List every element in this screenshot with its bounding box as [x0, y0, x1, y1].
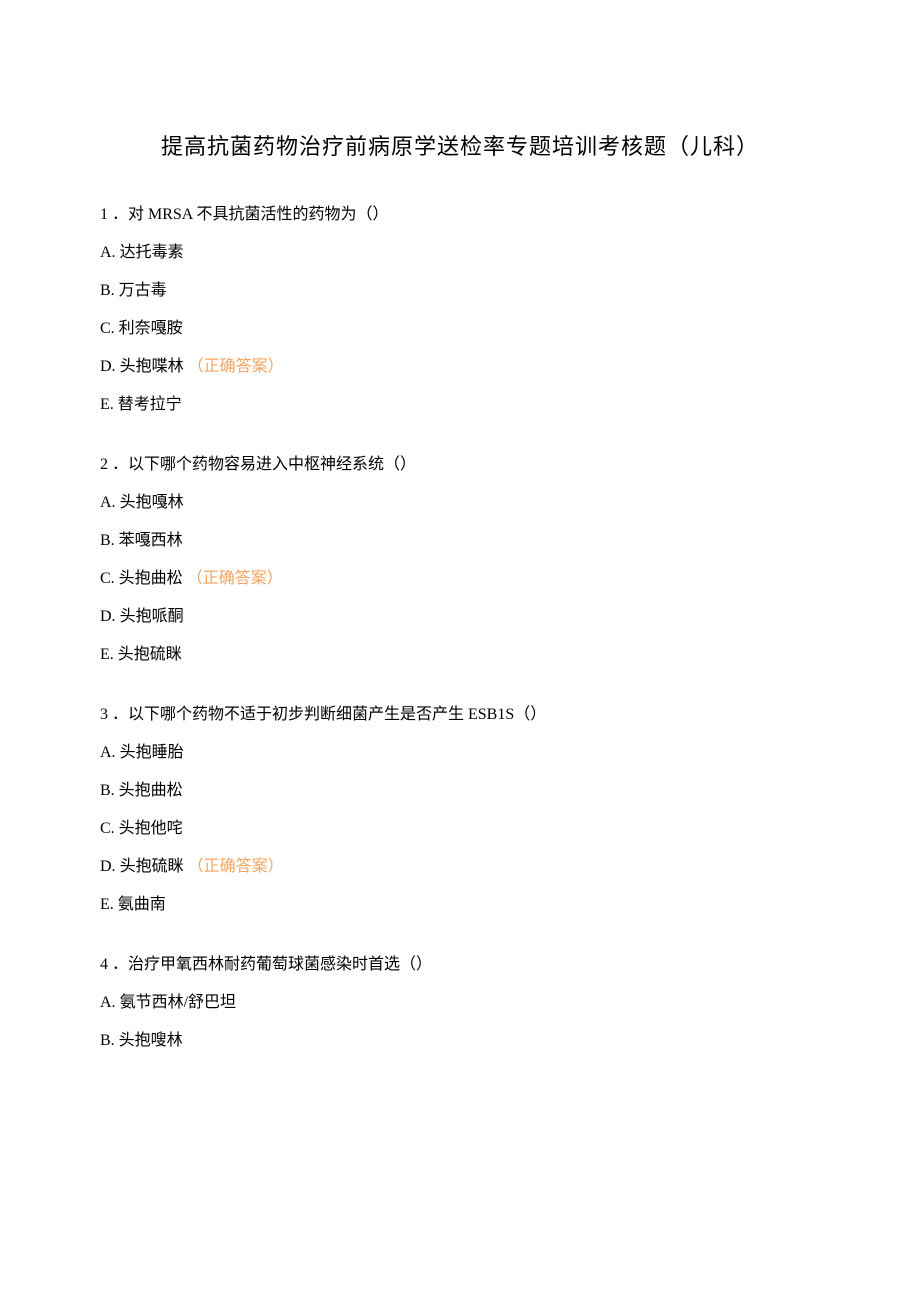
- option-text: 头抱嗖林: [119, 1032, 183, 1049]
- option: E. 氨曲南: [100, 893, 820, 917]
- option-label: D.: [100, 608, 116, 625]
- option-text: 氨曲南: [118, 896, 166, 913]
- question-number: 1: [100, 206, 108, 223]
- question-block: 4 ．治疗甲氧西林耐药葡萄球菌感染时首选（） A. 氨节西林/舒巴坦 B. 头抱…: [100, 953, 820, 1053]
- option: C. 利奈嘎胺: [100, 317, 820, 341]
- option: D. 头抱硫眯 （正确答案）: [100, 855, 820, 879]
- option: B. 万古毒: [100, 279, 820, 303]
- option-label: C.: [100, 570, 115, 587]
- option: B. 头抱曲松: [100, 779, 820, 803]
- question-stem: ．以下哪个药物容易进入中枢神经系统（）: [112, 456, 416, 473]
- option-text: 头抱喋林: [120, 358, 184, 375]
- option-text: 头抱嘎林: [120, 494, 184, 511]
- option-label: B.: [100, 1032, 115, 1049]
- option: E. 替考拉宁: [100, 393, 820, 417]
- question-number: 3: [100, 706, 108, 723]
- question-text: 4 ．治疗甲氧西林耐药葡萄球菌感染时首选（）: [100, 953, 820, 977]
- question-block: 1 ．对 MRSA 不具抗菌活性的药物为（） A. 达托毒素 B. 万古毒 C.…: [100, 203, 820, 417]
- option-text: 头抱睡胎: [120, 744, 184, 761]
- question-stem: ．治疗甲氧西林耐药葡萄球菌感染时首选（）: [112, 956, 432, 973]
- option-label: C.: [100, 320, 115, 337]
- questions-container: 1 ．对 MRSA 不具抗菌活性的药物为（） A. 达托毒素 B. 万古毒 C.…: [100, 203, 820, 1053]
- question-block: 3 ．以下哪个药物不适于初步判断细菌产生是否产生 ESB1S（） A. 头抱睡胎…: [100, 703, 820, 917]
- option: A. 头抱嘎林: [100, 491, 820, 515]
- option: A. 达托毒素: [100, 241, 820, 265]
- question-text: 3 ．以下哪个药物不适于初步判断细菌产生是否产生 ESB1S（）: [100, 703, 820, 727]
- option: C. 头抱曲松 （正确答案）: [100, 567, 820, 591]
- option-text: 替考拉宁: [118, 396, 182, 413]
- option: B. 苯嘎西林: [100, 529, 820, 553]
- option-label: A.: [100, 244, 116, 261]
- option-text: 头抱曲松: [119, 782, 183, 799]
- option-text: 头抱哌酮: [120, 608, 184, 625]
- option-label: B.: [100, 782, 115, 799]
- option-text: 氨节西林/舒巴坦: [120, 994, 236, 1011]
- option-text: 万古毒: [119, 282, 167, 299]
- option-label: E.: [100, 646, 114, 663]
- option-label: A.: [100, 494, 116, 511]
- question-block: 2 ．以下哪个药物容易进入中枢神经系统（） A. 头抱嘎林 B. 苯嘎西林 C.…: [100, 453, 820, 667]
- option: E. 头抱硫眯: [100, 643, 820, 667]
- correct-answer-mark: （正确答案）: [188, 358, 284, 375]
- question-number: 2: [100, 456, 108, 473]
- page-title: 提高抗菌药物治疗前病原学送检率专题培训考核题（儿科）: [100, 130, 820, 163]
- option: B. 头抱嗖林: [100, 1029, 820, 1053]
- option-text: 利奈嘎胺: [119, 320, 183, 337]
- question-stem: ．对 MRSA 不具抗菌活性的药物为（）: [112, 206, 388, 223]
- option-text: 头抱硫眯: [118, 646, 182, 663]
- question-number: 4: [100, 956, 108, 973]
- option-text: 达托毒素: [120, 244, 184, 261]
- option: A. 头抱睡胎: [100, 741, 820, 765]
- option-label: A.: [100, 744, 116, 761]
- option-label: E.: [100, 896, 114, 913]
- option-label: B.: [100, 282, 115, 299]
- option-text: 头抱他咤: [119, 820, 183, 837]
- option-label: B.: [100, 532, 115, 549]
- question-stem: ．以下哪个药物不适于初步判断细菌产生是否产生 ESB1S（）: [112, 706, 546, 723]
- option-label: A.: [100, 994, 116, 1011]
- option-text: 头抱曲松: [119, 570, 183, 587]
- option: C. 头抱他咤: [100, 817, 820, 841]
- option-text: 苯嘎西林: [119, 532, 183, 549]
- option-text: 头抱硫眯: [120, 858, 184, 875]
- correct-answer-mark: （正确答案）: [187, 570, 283, 587]
- option-label: D.: [100, 858, 116, 875]
- option-label: C.: [100, 820, 115, 837]
- option: D. 头抱喋林 （正确答案）: [100, 355, 820, 379]
- option-label: E.: [100, 396, 114, 413]
- correct-answer-mark: （正确答案）: [188, 858, 284, 875]
- option: A. 氨节西林/舒巴坦: [100, 991, 820, 1015]
- question-text: 1 ．对 MRSA 不具抗菌活性的药物为（）: [100, 203, 820, 227]
- option: D. 头抱哌酮: [100, 605, 820, 629]
- option-label: D.: [100, 358, 116, 375]
- question-text: 2 ．以下哪个药物容易进入中枢神经系统（）: [100, 453, 820, 477]
